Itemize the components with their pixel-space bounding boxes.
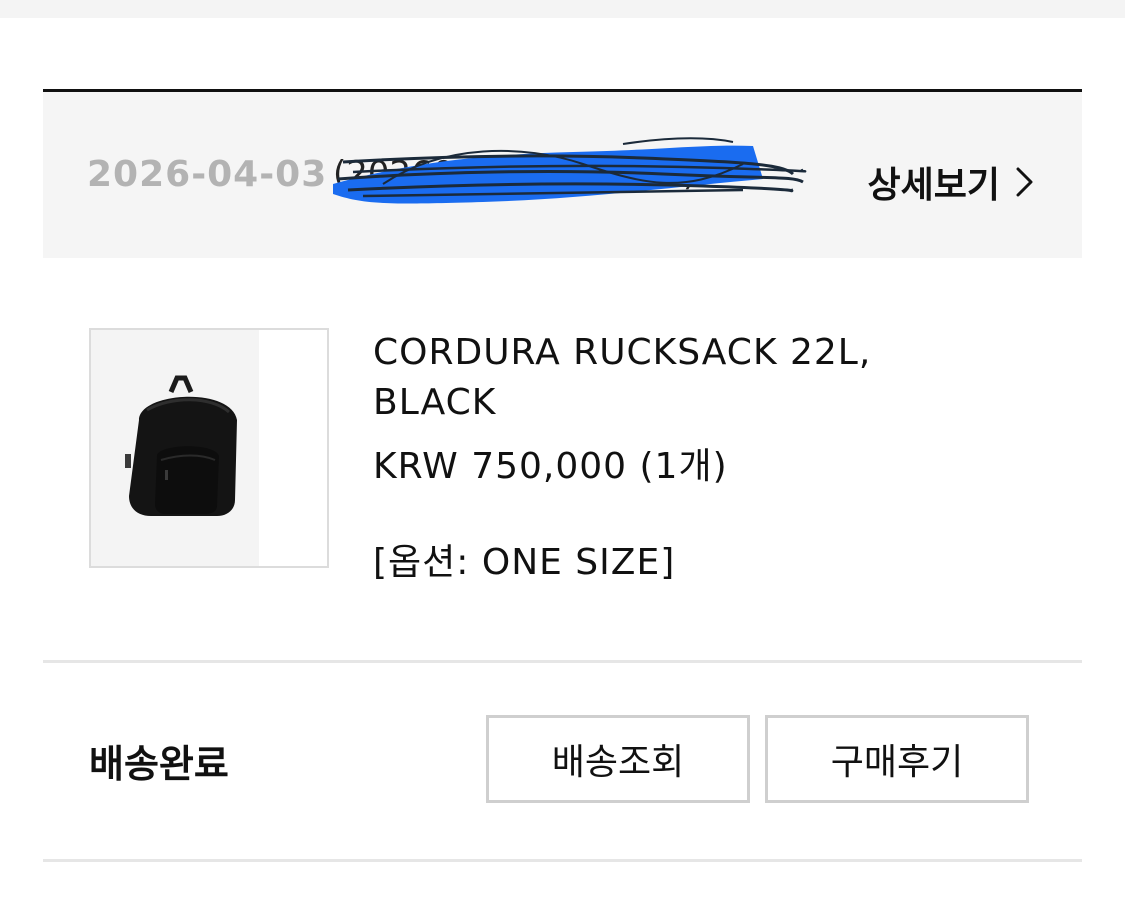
product-thumbnail[interactable] (89, 328, 329, 568)
order-card: 2026-04-03 (20260403-0000000) 상세보기 (43, 89, 1082, 862)
write-review-button[interactable]: 구매후기 (765, 715, 1029, 803)
product-price: KRW 750,000 (1개) (373, 446, 728, 487)
status-row: 배송완료 배송조회 구매후기 (43, 663, 1082, 859)
track-delivery-button[interactable]: 배송조회 (486, 715, 750, 803)
product-option: [옵션: ONE SIZE] (373, 542, 676, 583)
product-row: CORDURA RUCKSACK 22L, BLACK KRW 750,000 … (43, 258, 1082, 660)
product-info: CORDURA RUCKSACK 22L, BLACK KRW 750,000 … (373, 328, 1013, 588)
detail-link[interactable]: 상세보기 (868, 156, 1036, 208)
order-history-page: 2026-04-03 (20260403-0000000) 상세보기 (0, 0, 1125, 916)
backpack-image (125, 375, 237, 516)
redaction-scribble (333, 137, 807, 204)
order-date: 2026-04-03 (87, 154, 328, 195)
detail-link-label: 상세보기 (867, 165, 1000, 206)
product-name-line-2: BLACK (373, 382, 497, 423)
product-name[interactable]: CORDURA RUCKSACK 22L, BLACK (373, 328, 1013, 428)
top-strip (0, 0, 1125, 18)
product-name-line-1: CORDURA RUCKSACK 22L, (373, 332, 872, 373)
chevron-right-icon (1016, 167, 1033, 197)
divider-bottom (43, 859, 1082, 862)
order-header: 2026-04-03 (20260403-0000000) 상세보기 (43, 89, 1082, 258)
delivery-status: 배송완료 (89, 742, 229, 786)
